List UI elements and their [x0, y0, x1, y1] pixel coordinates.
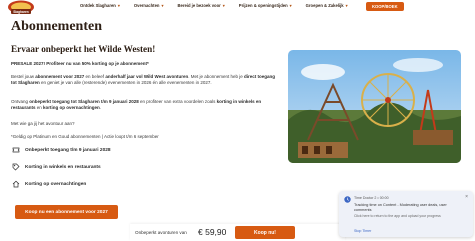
nav-item-ontdek[interactable]: Ontdek Slagharen ▾: [80, 3, 120, 8]
time-doctor-notification[interactable]: Time Doctor 2 • 00:00 × Tracking time on…: [339, 191, 473, 237]
buy-subscription-button[interactable]: Koop nu een abonnement voor 2027: [15, 205, 118, 219]
section-subtitle: Ervaar onbeperkt het Wilde Westen!: [11, 44, 156, 54]
footnote-text: *Geldig op Platinum en Goud abonnementen…: [11, 134, 159, 139]
tag-icon: [12, 163, 20, 171]
chevron-down-icon: ▾: [161, 3, 164, 8]
notification-body: Click here to return to the app and uplo…: [354, 214, 441, 218]
notification-title: Tracking time on Content - Moderating us…: [354, 203, 447, 212]
question-text: Met wie ga jij het avontuur aan?: [11, 121, 75, 126]
chevron-down-icon: ▾: [117, 3, 120, 8]
house-icon: [12, 180, 20, 188]
nav-item-label: Overnachten: [133, 3, 160, 8]
page-title: Abonnementen: [11, 19, 103, 34]
price-value: € 59,90: [198, 227, 227, 237]
chevron-down-icon: ▾: [289, 3, 292, 8]
ticket-icon: [12, 146, 20, 154]
nav-item-label: Groepen & Zakelijk: [305, 3, 344, 8]
nav-item-groepen[interactable]: Groepen & Zakelijk ▾: [306, 3, 348, 8]
benefits-paragraph: Ontvang onbeperkt toegang tot Slagharen …: [11, 99, 262, 111]
time-doctor-icon: [344, 196, 351, 203]
slagharen-logo[interactable]: Slagharen: [6, 0, 36, 16]
nav-item-prijzen[interactable]: Prijzen & openingstijden ▾: [239, 3, 292, 8]
nav-item-label: Prijzen & openingstijden: [238, 3, 288, 8]
top-navigation: Slagharen Ontdek Slagharen ▾ Overnachten ▾…: [0, 0, 475, 14]
feature-item: Onbeperkt toegang t/m 9 januari 2028: [12, 146, 111, 154]
feature-item: Korting in winkels en restaurants: [12, 163, 101, 171]
stop-timer-link[interactable]: Stop Timer: [354, 229, 371, 233]
chevron-down-icon: ▾: [222, 3, 225, 8]
presale-text: PRESALE 2027! Profiteer nu van 50% korti…: [11, 61, 149, 66]
svg-text:Slagharen: Slagharen: [13, 10, 28, 14]
park-photo: [288, 50, 461, 163]
nav-item-bereid[interactable]: Bereid je bezoek voor ▾: [177, 3, 224, 8]
chevron-down-icon: ▾: [345, 3, 348, 8]
nav-item-label: Ontdek Slagharen: [80, 3, 116, 8]
koop-boek-button[interactable]: KOOP/BOEK: [366, 2, 404, 11]
price-bar: Onbeperkt avonturen van € 59,90 Koop nu!: [130, 224, 345, 241]
buy-now-button[interactable]: Koop nu!: [235, 226, 295, 239]
close-icon[interactable]: ×: [465, 194, 468, 200]
price-label: Onbeperkt avonturen van: [135, 230, 187, 235]
feature-item: Korting op overnachtingen: [12, 180, 86, 188]
notification-header: Time Doctor 2 • 00:00: [354, 196, 389, 200]
nav-item-label: Bereid je bezoek voor: [177, 3, 221, 8]
intro-paragraph: Bestel jouw abonnement voor 2027 en bele…: [11, 74, 276, 86]
nav-item-overnachten[interactable]: Overnachten ▾: [134, 3, 164, 8]
